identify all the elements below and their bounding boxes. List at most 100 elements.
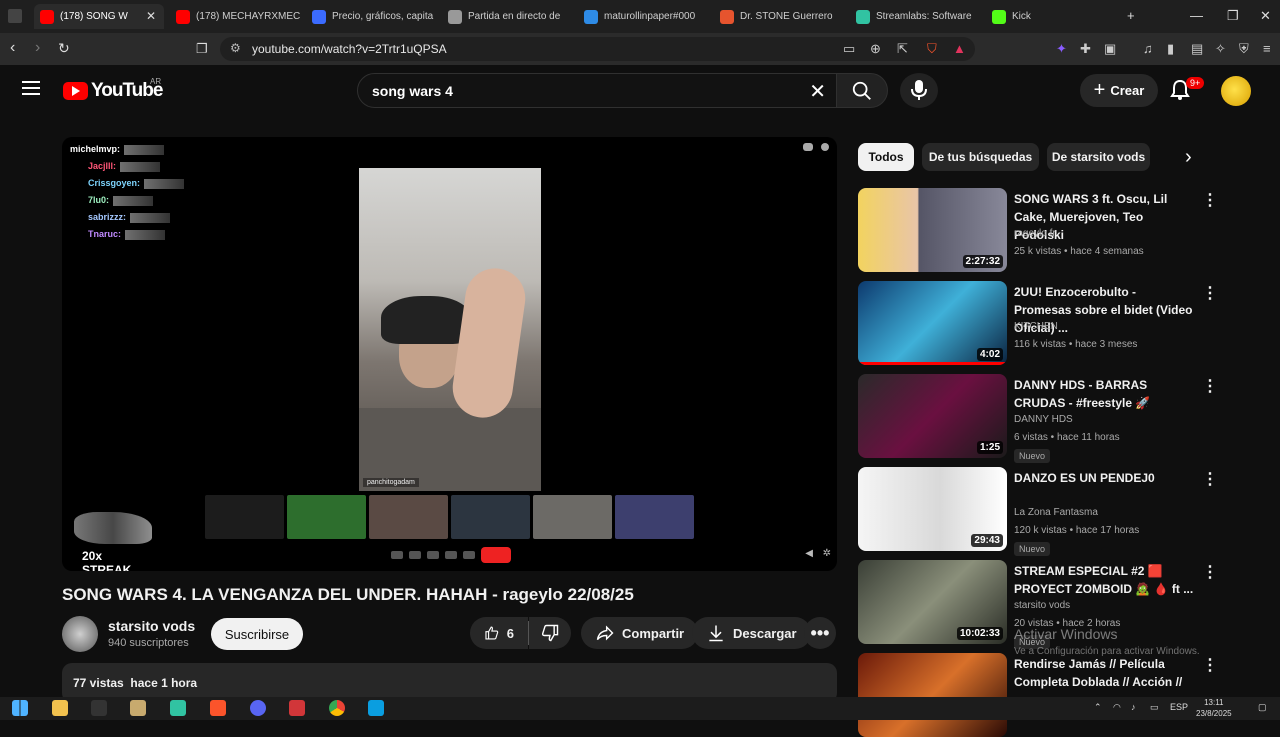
- more-vertical-icon[interactable]: ⋮: [1202, 283, 1218, 303]
- back-icon[interactable]: ‹: [10, 39, 15, 57]
- zoom-icon[interactable]: ⊕: [870, 41, 881, 57]
- close-tab-icon[interactable]: ✕: [146, 9, 156, 23]
- reload-icon[interactable]: ↻: [58, 40, 70, 57]
- recommended-video[interactable]: 29:43 DANZO ES UN PENDEJ0 La Zona Fantasma…: [858, 467, 1258, 556]
- video-title-link[interactable]: STREAM ESPECIAL #2 🟥 PROYECT ZOMBOID 🧟 🩸…: [1014, 562, 1194, 598]
- restore-button[interactable]: ❐: [1227, 8, 1239, 24]
- dislike-button[interactable]: [529, 617, 571, 649]
- more-vertical-icon[interactable]: ⋮: [1202, 655, 1218, 675]
- rewards-icon[interactable]: ▲: [953, 41, 966, 56]
- volume-icon[interactable]: ◀: [805, 548, 813, 559]
- video-channel[interactable]: KITCHEN: [1014, 321, 1058, 332]
- filter-chip[interactable]: Todos: [858, 143, 914, 171]
- bookmark-icon[interactable]: ❐: [196, 41, 208, 57]
- video-channel[interactable]: starsito vods: [1014, 600, 1070, 611]
- video-title-link[interactable]: DANZO ES UN PENDEJ0: [1014, 469, 1194, 487]
- notification-center-icon[interactable]: ▢: [1258, 702, 1267, 713]
- more-actions-button[interactable]: •••: [804, 617, 836, 649]
- cast-icon[interactable]: ▭: [843, 41, 855, 57]
- riot-client-icon[interactable]: [289, 700, 305, 716]
- search-input[interactable]: song wars 4: [372, 83, 453, 99]
- more-vertical-icon[interactable]: ⋮: [1202, 562, 1218, 582]
- network-icon[interactable]: ▭: [1150, 702, 1159, 713]
- extensions-puzzle-icon[interactable]: ✚: [1080, 41, 1091, 57]
- share-page-icon[interactable]: ⇱: [897, 41, 908, 57]
- account-avatar[interactable]: [1221, 76, 1251, 106]
- video-thumbnail[interactable]: 29:43: [858, 467, 1007, 551]
- like-button[interactable]: 6: [470, 617, 528, 649]
- league-client-icon[interactable]: [130, 700, 146, 716]
- create-button[interactable]: + Crear: [1080, 74, 1158, 107]
- new-tab-button[interactable]: +: [1127, 8, 1135, 23]
- volume-tray-icon[interactable]: ♪: [1131, 702, 1136, 712]
- more-vertical-icon[interactable]: ⋮: [1202, 469, 1218, 489]
- video-thumbnail[interactable]: 4:02: [858, 281, 1007, 365]
- recommended-video[interactable]: 2:27:32 SONG WARS 3 ft. Oscu, Lil Cake, M…: [858, 188, 1258, 272]
- video-channel[interactable]: La Zona Fantasma: [1014, 507, 1098, 518]
- recommended-video[interactable]: 1:25 DANNY HDS - BARRAS CRUDAS - #freesty…: [858, 374, 1258, 463]
- tray-expand-icon[interactable]: ⌃: [1094, 702, 1102, 713]
- system-clock[interactable]: 13:11 23/8/2025: [1196, 697, 1232, 719]
- channel-name[interactable]: starsito vods: [108, 618, 195, 634]
- youtube-logo[interactable]: YouTube AR: [63, 77, 163, 102]
- guide-menu-icon[interactable]: [22, 81, 40, 95]
- epic-games-icon[interactable]: [91, 700, 107, 716]
- share-button[interactable]: Compartir: [581, 617, 699, 649]
- media-icon[interactable]: ♫: [1143, 41, 1153, 56]
- discord-icon[interactable]: [250, 700, 266, 716]
- brave-browser-icon[interactable]: [210, 700, 226, 716]
- input-language[interactable]: ESP: [1170, 702, 1188, 712]
- browser-tab[interactable]: Precio, gráficos, capita: [306, 4, 438, 29]
- search-button[interactable]: [836, 73, 888, 108]
- wifi-icon[interactable]: ◠: [1113, 702, 1121, 713]
- search-box[interactable]: song wars 4 ✕: [357, 73, 837, 108]
- url-field[interactable]: ⚙ youtube.com/watch?v=2Trtr1uQPSA: [220, 37, 975, 61]
- wallet-icon[interactable]: ▤: [1191, 41, 1203, 57]
- chips-next-icon[interactable]: ›: [1185, 146, 1192, 169]
- browser-tab[interactable]: Streamlabs: Software: [850, 4, 982, 29]
- browser-tab[interactable]: maturollinpaper#000: [578, 4, 710, 29]
- video-thumbnail[interactable]: 2:27:32: [858, 188, 1007, 272]
- browser-tab[interactable]: Partida en directo de: [442, 4, 574, 29]
- close-window-button[interactable]: ✕: [1260, 8, 1271, 24]
- tab-actions-icon[interactable]: [8, 9, 22, 23]
- minimize-button[interactable]: —: [1190, 8, 1203, 23]
- site-info-icon[interactable]: ⚙: [230, 41, 241, 55]
- filter-chip[interactable]: De starsito vods: [1047, 143, 1150, 171]
- recommended-video[interactable]: 4:02 2UU! Enzocerobulto - Promesas sobre …: [858, 281, 1258, 365]
- video-player[interactable]: michelmvp: Jacjlll: Crissgoyen: 7lu0: sabriz…: [62, 137, 837, 571]
- more-vertical-icon[interactable]: ⋮: [1202, 190, 1218, 210]
- sidebar-icon[interactable]: ▮: [1167, 41, 1174, 57]
- windows-start-icon[interactable]: [12, 700, 28, 716]
- download-button[interactable]: Descargar: [692, 617, 811, 649]
- channel-avatar[interactable]: [62, 616, 98, 652]
- vpn-icon[interactable]: ⛨: [1239, 41, 1249, 57]
- browser-tab[interactable]: Kick: [986, 4, 1118, 29]
- video-thumbnail[interactable]: 1:25: [858, 374, 1007, 458]
- video-channel[interactable]: DANNY HDS: [1014, 414, 1073, 425]
- video-thumbnail[interactable]: [858, 653, 1007, 737]
- browser-tab[interactable]: Dr. STONE Guerrero: [714, 4, 846, 29]
- file-explorer-icon[interactable]: [52, 700, 68, 716]
- subscribe-button[interactable]: Suscribirse: [211, 618, 303, 650]
- voice-search-button[interactable]: [900, 73, 938, 108]
- chrome-icon[interactable]: [329, 700, 345, 716]
- extension-icon[interactable]: ✦: [1056, 41, 1067, 57]
- browser-tab[interactable]: (178) SONG W ✕: [34, 4, 164, 29]
- menu-icon[interactable]: ≡: [1263, 41, 1271, 56]
- video-thumbnail[interactable]: 10:02:33: [858, 560, 1007, 644]
- settings-icon[interactable]: ✲: [823, 548, 831, 559]
- screenshot-icon[interactable]: ▣: [1104, 41, 1116, 57]
- more-vertical-icon[interactable]: ⋮: [1202, 376, 1218, 396]
- streamlabs-icon[interactable]: [170, 700, 186, 716]
- like-count: 6: [506, 625, 514, 641]
- browser-tab[interactable]: (178) MECHAYRXMEC: [170, 4, 302, 29]
- clear-search-icon[interactable]: ✕: [809, 79, 826, 104]
- video-channel[interactable]: rageylo fr: [1014, 228, 1056, 239]
- leo-ai-icon[interactable]: ✧: [1215, 41, 1226, 57]
- video-title-link[interactable]: DANNY HDS - BARRAS CRUDAS - #freestyle 🚀: [1014, 376, 1194, 412]
- forward-icon[interactable]: ›: [35, 39, 40, 57]
- league-launcher-icon[interactable]: [368, 700, 384, 716]
- brave-shield-icon[interactable]: ⛉: [927, 41, 937, 57]
- filter-chip[interactable]: De tus búsquedas: [922, 143, 1039, 171]
